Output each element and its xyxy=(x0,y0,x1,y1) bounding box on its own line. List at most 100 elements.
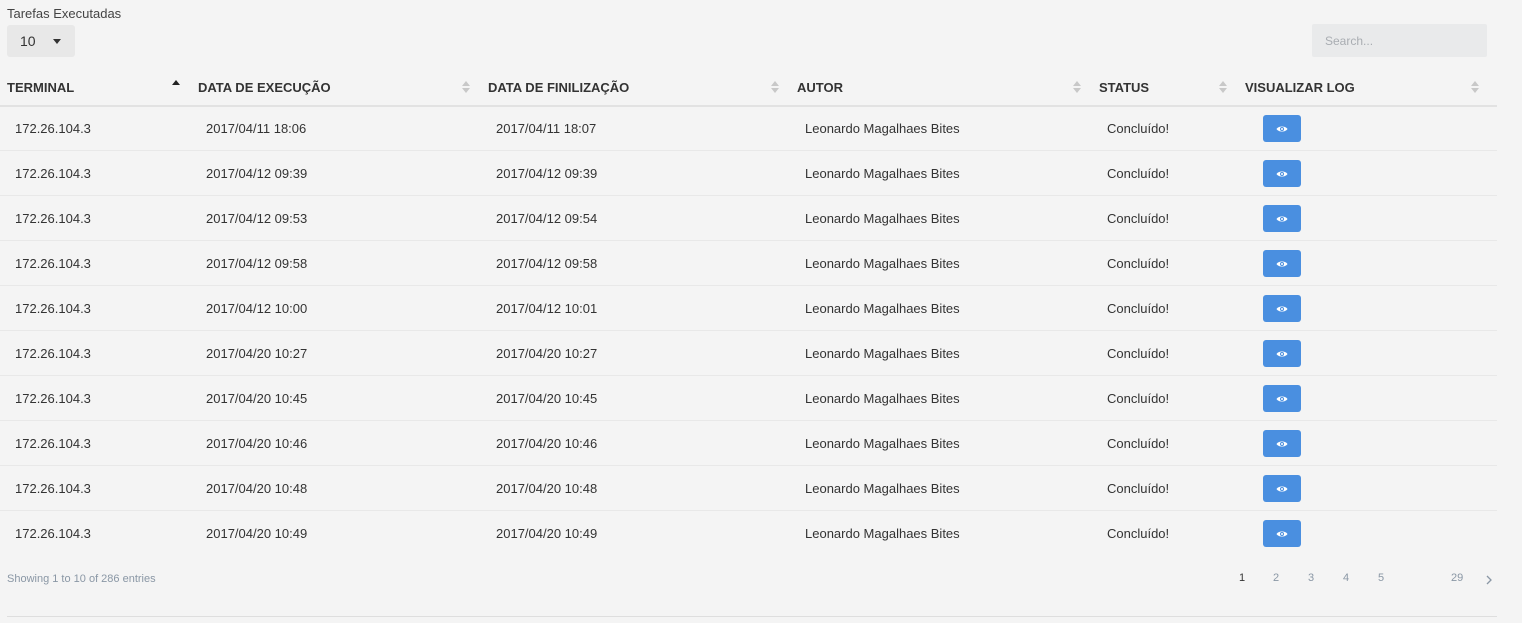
cell-status: Concluído! xyxy=(1107,300,1170,316)
eye-icon xyxy=(1276,395,1288,402)
cell-data-finalizacao: 2017/04/20 10:49 xyxy=(496,525,598,541)
cell-data-execucao: 2017/04/20 10:27 xyxy=(206,345,308,361)
eye-icon xyxy=(1276,530,1288,537)
column-label: STATUS xyxy=(1099,80,1150,95)
cell-terminal: 172.26.104.3 xyxy=(15,300,91,316)
eye-icon xyxy=(1276,215,1288,222)
table-row: 172.26.104.3 2017/04/12 09:53 2017/04/12 0… xyxy=(0,196,1497,241)
chevron-right-icon[interactable] xyxy=(1485,575,1493,585)
cell-autor: Leonardo Magalhaes Bites xyxy=(805,255,960,271)
cell-data-execucao: 2017/04/12 10:00 xyxy=(206,300,308,316)
view-log-button[interactable] xyxy=(1263,520,1301,547)
cell-data-finalizacao: 2017/04/12 10:01 xyxy=(496,300,598,316)
eye-icon xyxy=(1276,350,1288,357)
caret-down-icon xyxy=(53,39,61,44)
cell-data-execucao: 2017/04/11 18:06 xyxy=(206,120,307,136)
cell-status: Concluído! xyxy=(1107,435,1170,451)
cell-data-execucao: 2017/04/12 09:39 xyxy=(206,165,308,181)
cell-terminal: 172.26.104.3 xyxy=(15,120,91,136)
cell-data-finalizacao: 2017/04/12 09:39 xyxy=(496,165,598,181)
table-row: 172.26.104.3 2017/04/12 09:58 2017/04/12 0… xyxy=(0,241,1497,286)
length-select-value: 10 xyxy=(20,33,36,49)
cell-terminal: 172.26.104.3 xyxy=(15,480,91,496)
cell-autor: Leonardo Magalhaes Bites xyxy=(805,435,960,451)
column-header-data-finalizacao[interactable]: DATA DE FINILIZAÇÃO xyxy=(488,70,782,105)
column-label: DATA DE EXECUÇÃO xyxy=(198,80,331,95)
sort-icon xyxy=(462,80,470,94)
column-header-terminal[interactable]: TERMINAL xyxy=(7,70,187,105)
cell-status: Concluído! xyxy=(1107,210,1170,226)
cell-terminal: 172.26.104.3 xyxy=(15,210,91,226)
cell-status: Concluído! xyxy=(1107,120,1170,136)
table-row: 172.26.104.3 2017/04/12 09:39 2017/04/12 0… xyxy=(0,151,1497,196)
cell-data-execucao: 2017/04/12 09:53 xyxy=(206,210,308,226)
view-log-button[interactable] xyxy=(1263,430,1301,457)
cell-autor: Leonardo Magalhaes Bites xyxy=(805,345,960,361)
cell-terminal: 172.26.104.3 xyxy=(15,255,91,271)
view-log-button[interactable] xyxy=(1263,385,1301,412)
column-header-visualizar-log[interactable]: VISUALIZAR LOG xyxy=(1245,70,1485,105)
view-log-button[interactable] xyxy=(1263,475,1301,502)
entries-length-select[interactable]: 10 xyxy=(7,25,75,57)
view-log-button[interactable] xyxy=(1263,340,1301,367)
view-log-button[interactable] xyxy=(1263,115,1301,142)
eye-icon xyxy=(1276,485,1288,492)
column-label: TERMINAL xyxy=(7,80,75,95)
cell-data-finalizacao: 2017/04/12 09:58 xyxy=(496,255,598,271)
eye-icon xyxy=(1276,440,1288,447)
sort-ascending-icon xyxy=(172,80,180,94)
table-row: 172.26.104.3 2017/04/20 10:49 2017/04/20 1… xyxy=(0,511,1497,556)
page-link-4[interactable]: 4 xyxy=(1343,572,1349,584)
cell-data-finalizacao: 2017/04/11 18:07 xyxy=(496,120,597,136)
sort-icon xyxy=(1471,80,1479,94)
view-log-button[interactable] xyxy=(1263,250,1301,277)
column-label: DATA DE FINILIZAÇÃO xyxy=(488,80,630,95)
table-row: 172.26.104.3 2017/04/20 10:27 2017/04/20 1… xyxy=(0,331,1497,376)
cell-terminal: 172.26.104.3 xyxy=(15,525,91,541)
search-input[interactable] xyxy=(1312,24,1487,57)
view-log-button[interactable] xyxy=(1263,205,1301,232)
cell-data-finalizacao: 2017/04/20 10:27 xyxy=(496,345,598,361)
cell-terminal: 172.26.104.3 xyxy=(15,165,91,181)
page-link-2[interactable]: 2 xyxy=(1273,572,1279,584)
cell-autor: Leonardo Magalhaes Bites xyxy=(805,210,960,226)
table-title: Tarefas Executadas xyxy=(7,6,122,21)
column-header-data-execucao[interactable]: DATA DE EXECUÇÃO xyxy=(198,70,473,105)
page-link-3[interactable]: 3 xyxy=(1308,572,1314,584)
table-row: 172.26.104.3 2017/04/20 10:48 2017/04/20 1… xyxy=(0,466,1497,511)
cell-data-execucao: 2017/04/20 10:46 xyxy=(206,435,308,451)
eye-icon xyxy=(1276,170,1288,177)
column-header-autor[interactable]: AUTOR xyxy=(797,70,1085,105)
eye-icon xyxy=(1276,305,1288,312)
page-link-29[interactable]: 29 xyxy=(1451,572,1463,584)
cell-terminal: 172.26.104.3 xyxy=(15,435,91,451)
cell-data-finalizacao: 2017/04/20 10:46 xyxy=(496,435,598,451)
table-row: 172.26.104.3 2017/04/11 18:06 2017/04/11 1… xyxy=(0,106,1497,151)
cell-terminal: 172.26.104.3 xyxy=(15,390,91,406)
cell-data-finalizacao: 2017/04/12 09:54 xyxy=(496,210,598,226)
cell-status: Concluído! xyxy=(1107,480,1170,496)
cell-status: Concluído! xyxy=(1107,255,1170,271)
cell-status: Concluído! xyxy=(1107,390,1170,406)
table-row: 172.26.104.3 2017/04/12 10:00 2017/04/12 1… xyxy=(0,286,1497,331)
cell-data-finalizacao: 2017/04/20 10:48 xyxy=(496,480,598,496)
sort-icon xyxy=(1219,80,1227,94)
cell-autor: Leonardo Magalhaes Bites xyxy=(805,165,960,181)
cell-data-execucao: 2017/04/20 10:49 xyxy=(206,525,308,541)
eye-icon xyxy=(1276,125,1288,132)
sort-icon xyxy=(771,80,779,94)
column-header-status[interactable]: STATUS xyxy=(1099,70,1229,105)
cell-terminal: 172.26.104.3 xyxy=(15,345,91,361)
page-link-5[interactable]: 5 xyxy=(1378,572,1384,584)
table-info: Showing 1 to 10 of 286 entries xyxy=(7,573,156,585)
table-row: 172.26.104.3 2017/04/20 10:45 2017/04/20 1… xyxy=(0,376,1497,421)
cell-autor: Leonardo Magalhaes Bites xyxy=(805,300,960,316)
page-link-1[interactable]: 1 xyxy=(1239,572,1245,584)
view-log-button[interactable] xyxy=(1263,160,1301,187)
eye-icon xyxy=(1276,260,1288,267)
table-header: TERMINAL DATA DE EXECUÇÃO DATA DE FINILI… xyxy=(0,70,1497,107)
cell-status: Concluído! xyxy=(1107,345,1170,361)
view-log-button[interactable] xyxy=(1263,295,1301,322)
table-body: 172.26.104.3 2017/04/11 18:06 2017/04/11 1… xyxy=(0,106,1497,556)
sort-icon xyxy=(1073,80,1081,94)
